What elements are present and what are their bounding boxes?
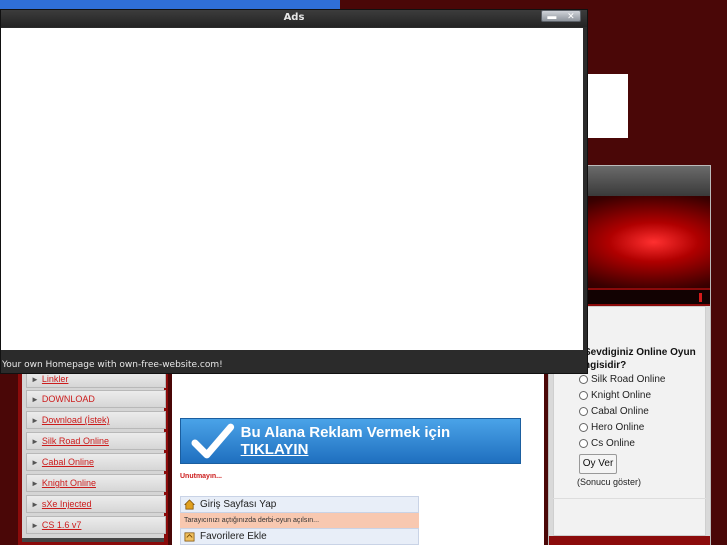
sidebar-item-download[interactable]: ► DOWNLOAD (26, 390, 166, 408)
ad-banner-link[interactable]: TIKLAYIN (241, 441, 309, 458)
minimize-icon[interactable]: ▬ (547, 11, 556, 21)
bullet-icon: ► (31, 500, 39, 509)
vote-button[interactable]: Oy Ver (579, 454, 617, 474)
set-homepage-link[interactable]: Giriş Sayfası Yap (180, 496, 419, 513)
sidebar-item-download-request[interactable]: ► Download (İstek) (26, 411, 166, 429)
sidebar-item-label[interactable]: Download (İstek) (42, 415, 110, 425)
poll-question: Sevdiginiz Online Oyun ngisidir? (584, 347, 696, 371)
poll-option-hero[interactable]: Hero Online (579, 420, 644, 434)
bullet-icon: ► (31, 416, 39, 425)
checkmark-icon (191, 423, 235, 459)
sidebar-shadow (22, 538, 164, 542)
poll-option-knight[interactable]: Knight Online (579, 388, 651, 402)
reminder-text: Unutmayın... (180, 473, 223, 480)
bullet-icon: ► (31, 395, 39, 404)
favorites-icon (184, 532, 195, 542)
ad-banner-text: Bu Alana Reklam Vermek için TIKLAYIN (240, 424, 451, 458)
bullet-icon: ► (31, 437, 39, 446)
left-sidebar: ► Linkler ► DOWNLOAD ► Download (İstek) ► Si… (18, 370, 168, 545)
divider (553, 498, 706, 499)
close-icon[interactable]: ✕ (567, 11, 575, 22)
ad-banner[interactable]: Bu Alana Reklam Vermek için TIKLAYIN (180, 418, 521, 464)
radio-button[interactable] (579, 438, 588, 448)
sidebar-item-cs16[interactable]: ► CS 1.6 v7 (26, 516, 166, 534)
ads-window[interactable]: Ads ▬ ✕ Your own Homepage with own-free-… (0, 9, 588, 374)
right-column-footer (549, 536, 710, 545)
sidebar-item-label[interactable]: Linkler (42, 374, 69, 384)
bullet-icon: ► (31, 521, 39, 530)
poll-option-cabal[interactable]: Cabal Online (579, 404, 649, 418)
homepage-notice: Tarayıcınızı açtığınızda derbi-oyun açıl… (180, 513, 419, 528)
bar-marker (699, 293, 702, 302)
radio-button[interactable] (579, 390, 588, 400)
set-homepage-label: Giriş Sayfası Yap (200, 499, 277, 510)
radio-button[interactable] (579, 422, 588, 432)
browser-top-strip (0, 0, 340, 9)
poll-option-cs[interactable]: Cs Online (579, 436, 635, 450)
radio-button[interactable] (579, 406, 588, 416)
sidebar-item-sxe[interactable]: ► sXe Injected (26, 495, 166, 513)
radio-button[interactable] (579, 374, 588, 384)
ads-window-title: Ads (283, 12, 305, 23)
sidebar-item-label[interactable]: Cabal Online (42, 457, 94, 467)
poll-option-silkroad[interactable]: Silk Road Online (579, 372, 665, 386)
sidebar-item-knight[interactable]: ► Knight Online (26, 474, 166, 492)
sidebar-menu: ► Linkler ► DOWNLOAD ► Download (İstek) ► Si… (22, 370, 166, 538)
show-results-link[interactable]: (Sonucu göster) (577, 477, 641, 487)
window-controls: ▬ ✕ (541, 10, 581, 22)
add-favorites-label: Favorilere Ekle (200, 531, 267, 542)
bullet-icon: ► (31, 479, 39, 488)
sidebar-item-label[interactable]: Knight Online (42, 478, 96, 488)
sidebar-item-cabal[interactable]: ► Cabal Online (26, 453, 166, 471)
sidebar-item-label[interactable]: Silk Road Online (42, 436, 109, 446)
add-favorites-link[interactable]: Favorilere Ekle (180, 528, 419, 545)
bullet-icon: ► (31, 375, 39, 384)
sidebar-item-label[interactable]: CS 1.6 v7 (42, 520, 82, 530)
ads-window-footer[interactable]: Your own Homepage with own-free-website.… (1, 358, 587, 373)
ads-window-titlebar[interactable]: Ads ▬ ✕ (1, 10, 587, 27)
sidebar-item-label: DOWNLOAD (41, 394, 95, 404)
home-icon (184, 499, 195, 510)
sidebar-item-silkroad[interactable]: ► Silk Road Online (26, 432, 166, 450)
white-panel (586, 74, 628, 138)
ads-content-area (1, 28, 583, 350)
bullet-icon: ► (31, 458, 39, 467)
sidebar-item-label[interactable]: sXe Injected (42, 499, 92, 509)
